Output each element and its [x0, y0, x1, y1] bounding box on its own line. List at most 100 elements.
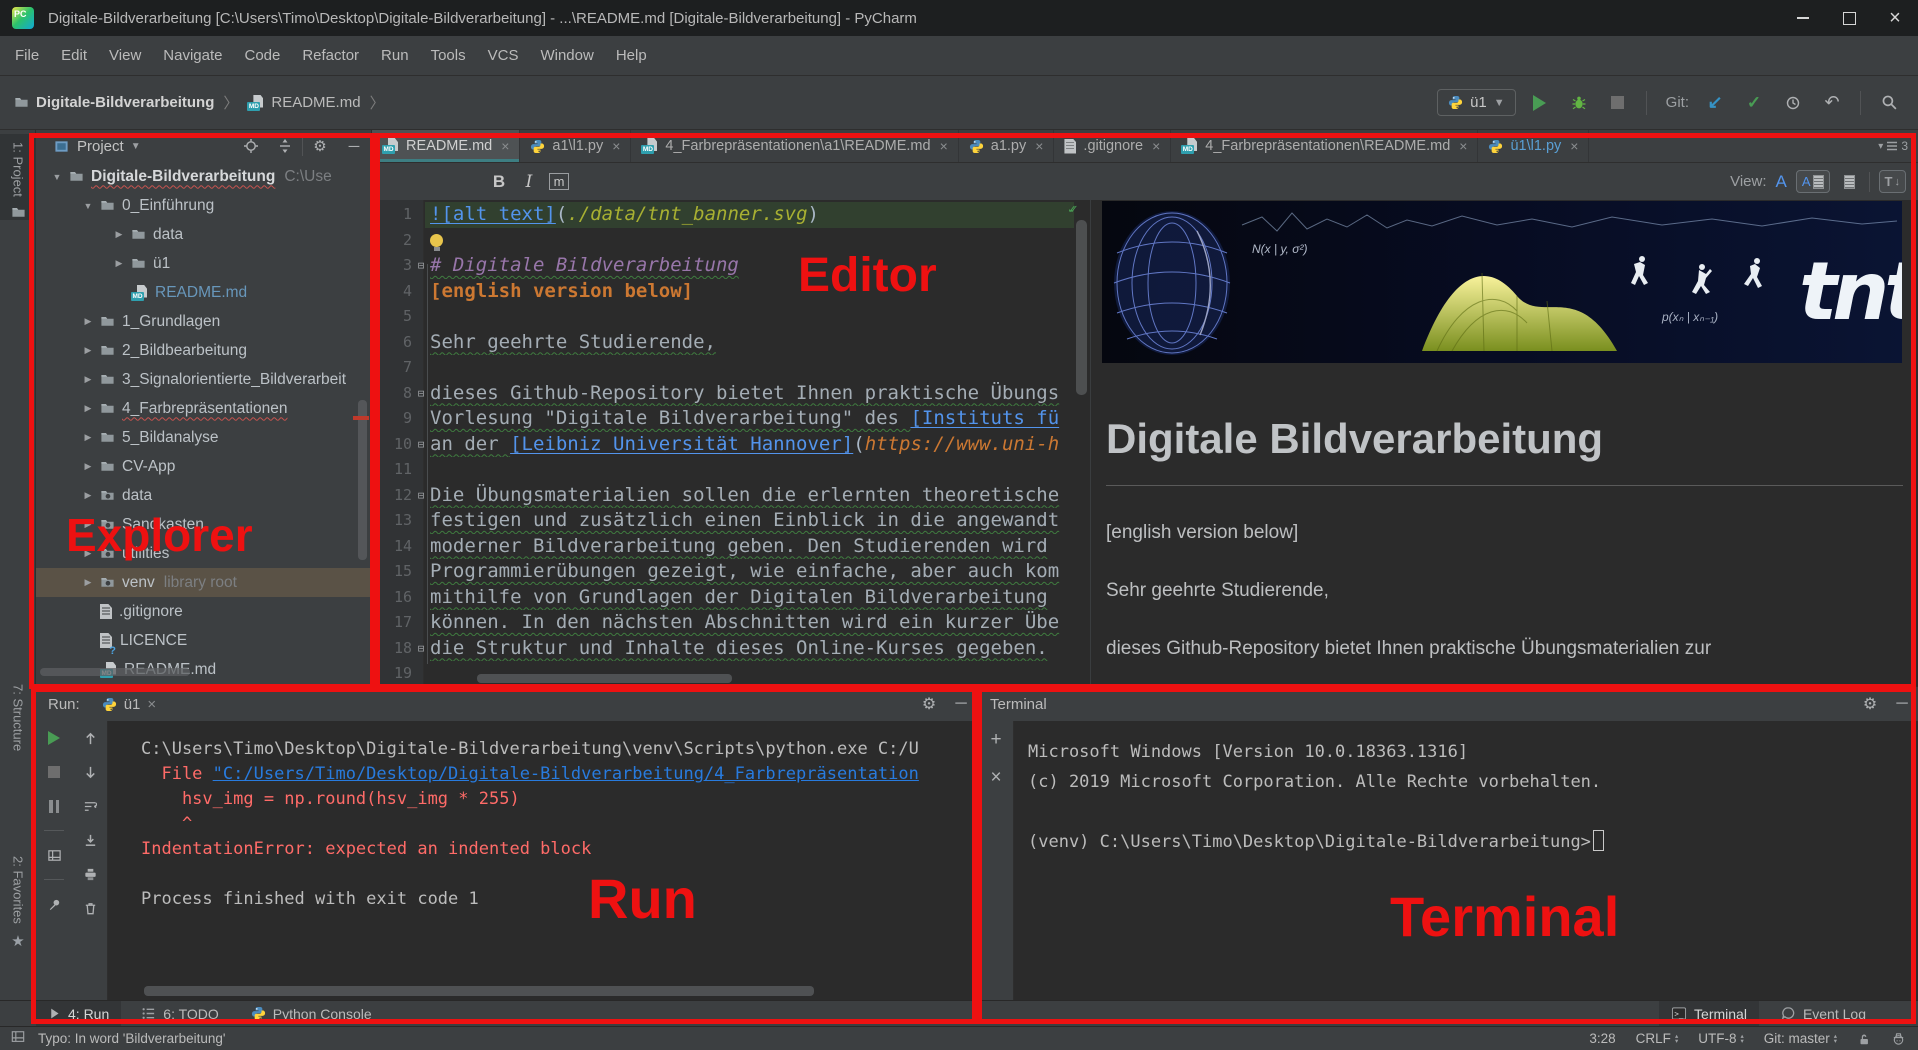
tree-item-data[interactable]: ▶data — [36, 220, 371, 249]
toolwindow-button-6-todo[interactable]: 6: TODO — [129, 1001, 231, 1027]
stacktrace-link[interactable]: "C:/Users/Timo/Desktop/Digitale-Bildvera… — [213, 764, 919, 784]
fold-marker-icon[interactable]: ⊟ — [414, 381, 428, 407]
code-line-13[interactable]: 13festigen und zusätzlich einen Einblick… — [372, 508, 1090, 534]
run-tab[interactable]: ü1 × — [94, 687, 164, 721]
close-icon[interactable]: × — [1459, 138, 1467, 154]
unlock-icon[interactable] — [1857, 1032, 1871, 1046]
code-span-button[interactable]: m — [544, 169, 574, 195]
toolwindow-button-event-log[interactable]: Event Log — [1769, 1001, 1878, 1027]
fold-marker-icon[interactable]: ⊟ — [414, 636, 428, 662]
close-session-icon[interactable]: × — [978, 759, 1014, 797]
menu-tools[interactable]: Tools — [420, 36, 477, 76]
tree-item-venv[interactable]: ▶venvlibrary root — [36, 568, 371, 597]
trash-icon[interactable] — [72, 891, 108, 925]
bold-button[interactable]: B — [484, 169, 514, 195]
hector-inspections-icon[interactable] — [1891, 1031, 1906, 1046]
new-session-icon[interactable]: + — [978, 721, 1014, 759]
git-rollback-button[interactable]: ↶ — [1817, 90, 1847, 116]
code-line-1[interactable]: 1![alt text](./data/tnt_banner.svg) — [372, 202, 1090, 228]
toolwindow-button-python-console[interactable]: Python Console — [239, 1001, 384, 1027]
menu-view[interactable]: View — [98, 36, 152, 76]
menu-file[interactable]: File — [4, 36, 50, 76]
project-horizontal-scrollbar[interactable] — [40, 668, 190, 676]
code-line-18[interactable]: 18⊟die Struktur und Inhalte dieses Onlin… — [372, 636, 1090, 662]
pause-icon[interactable] — [36, 789, 72, 823]
chevron-collapsed-icon[interactable]: ▶ — [76, 548, 100, 559]
chevron-collapsed-icon[interactable]: ▶ — [76, 374, 100, 385]
tree-item-Sandkasten[interactable]: ▶Sandkasten — [36, 510, 371, 539]
gear-icon[interactable]: ⚙ — [303, 133, 337, 159]
locate-file-icon[interactable] — [234, 133, 268, 159]
code-line-14[interactable]: 14moderner Bildverarbeitung geben. Den S… — [372, 534, 1090, 560]
chevron-expanded-icon[interactable]: ▼ — [76, 201, 100, 211]
up-icon[interactable] — [72, 721, 108, 755]
close-icon[interactable]: × — [940, 138, 948, 154]
breadcrumb-item[interactable]: MDREADME.md — [247, 94, 360, 111]
chevron-collapsed-icon[interactable]: ▶ — [76, 345, 100, 356]
chevron-collapsed-icon[interactable]: ▶ — [76, 403, 100, 414]
chevron-collapsed-icon[interactable]: ▶ — [76, 577, 100, 588]
tree-item-utilities[interactable]: ▶utilities — [36, 539, 371, 568]
minimize-button[interactable] — [1780, 0, 1826, 36]
menu-vcs[interactable]: VCS — [477, 36, 530, 76]
intention-bulb-icon[interactable] — [430, 234, 443, 247]
tree-item-3_Signalorientierte_Bildverarbeit[interactable]: ▶3_Signalorientierte_Bildverarbeit — [36, 365, 371, 394]
editor-vertical-scrollbar[interactable] — [1076, 220, 1087, 395]
auto-scroll-preview-icon[interactable]: T↓ — [1879, 170, 1906, 193]
code-line-11[interactable]: 11 — [372, 457, 1090, 483]
menu-edit[interactable]: Edit — [50, 36, 98, 76]
tab-4_Farbrepräsentationen\a1\README.md[interactable]: MD4_Farbrepräsentationen\a1\README.md× — [631, 130, 958, 162]
breadcrumb-item[interactable]: Digitale-Bildverarbeitung — [14, 94, 214, 111]
tree-item-5_Bildanalyse[interactable]: ▶5_Bildanalyse — [36, 423, 371, 452]
project-vertical-scrollbar[interactable] — [358, 400, 367, 560]
chevron-collapsed-icon[interactable]: ▶ — [76, 519, 100, 530]
tab-4_Farbrepräsentationen\README.md[interactable]: MD4_Farbrepräsentationen\README.md× — [1171, 130, 1478, 162]
menu-refactor[interactable]: Refactor — [291, 36, 370, 76]
markdown-source-editor[interactable]: 1![alt text](./data/tnt_banner.svg)23⊟# … — [372, 200, 1090, 686]
code-line-2[interactable]: 2 — [372, 228, 1090, 254]
tree-item-Digitale-Bildverarbeitung[interactable]: ▼Digitale-BildverarbeitungC:\Use — [36, 162, 371, 191]
chevron-collapsed-icon[interactable]: ▶ — [76, 432, 100, 443]
tree-item-CV-App[interactable]: ▶CV-App — [36, 452, 371, 481]
tree-item-4_Farbrepräsentationen[interactable]: ▶4_Farbrepräsentationen — [36, 394, 371, 423]
code-line-9[interactable]: 9Vorlesung "Digitale Bildverarbeitung" d… — [372, 406, 1090, 432]
inspections-ok-icon[interactable]: ✓✓ — [1068, 202, 1088, 217]
run-configuration-selector[interactable]: ü1 ▼ — [1437, 89, 1516, 116]
close-icon[interactable]: × — [1570, 138, 1578, 154]
scroll-to-end-icon[interactable] — [72, 823, 108, 857]
code-line-8[interactable]: 8⊟dieses Github-Repository bietet Ihnen … — [372, 381, 1090, 407]
code-line-12[interactable]: 12⊟Die Übungsmaterialien sollen die erle… — [372, 483, 1090, 509]
code-line-17[interactable]: 17können. In den nächsten Abschnitten wi… — [372, 610, 1090, 636]
toolwindow-switcher-icon[interactable] — [10, 1030, 26, 1047]
view-editor-and-preview-icon[interactable]: A — [1796, 170, 1830, 193]
toolwindow-button-favorites[interactable]: 2: Favorites ★ — [0, 848, 36, 950]
code-line-10[interactable]: 10⊟an der [Leibniz Universität Hannover]… — [372, 432, 1090, 458]
git-update-button[interactable]: ↙ — [1700, 90, 1730, 116]
menu-help[interactable]: Help — [605, 36, 658, 76]
tree-item-2_Bildbearbeitung[interactable]: ▶2_Bildbearbeitung — [36, 336, 371, 365]
tree-item-LICENCE[interactable]: LICENCE — [36, 626, 371, 655]
tree-item-1_Grundlagen[interactable]: ▶1_Grundlagen — [36, 307, 371, 336]
soft-wrap-icon[interactable] — [72, 789, 108, 823]
maximize-button[interactable] — [1826, 0, 1872, 36]
chevron-collapsed-icon[interactable]: ▶ — [76, 490, 100, 501]
code-line-15[interactable]: 15Programmierübungen gezeigt, wie einfac… — [372, 559, 1090, 585]
chevron-expanded-icon[interactable]: ▼ — [45, 172, 69, 182]
hidden-tabs-dropdown[interactable]: ▾3 — [1868, 130, 1918, 162]
menu-window[interactable]: Window — [529, 36, 604, 76]
menu-navigate[interactable]: Navigate — [152, 36, 233, 76]
console-horizontal-scrollbar[interactable] — [144, 986, 814, 996]
down-icon[interactable] — [72, 755, 108, 789]
tab-a1.py[interactable]: a1.py× — [959, 130, 1055, 162]
menu-code[interactable]: Code — [233, 36, 291, 76]
menu-run[interactable]: Run — [370, 36, 420, 76]
tab-.gitignore[interactable]: .gitignore× — [1054, 130, 1171, 162]
tab-a1\l1.py[interactable]: a1\l1.py× — [520, 130, 631, 162]
close-icon[interactable]: × — [501, 138, 509, 154]
status-crlf[interactable]: CRLF▴▾ — [1636, 1031, 1679, 1046]
code-line-7[interactable]: 7 — [372, 355, 1090, 381]
pin-icon[interactable] — [36, 887, 72, 921]
search-everywhere-button[interactable] — [1874, 90, 1904, 116]
toolwindow-button-project[interactable]: 1: Project — [0, 134, 36, 220]
chevron-collapsed-icon[interactable]: ▶ — [76, 316, 100, 327]
